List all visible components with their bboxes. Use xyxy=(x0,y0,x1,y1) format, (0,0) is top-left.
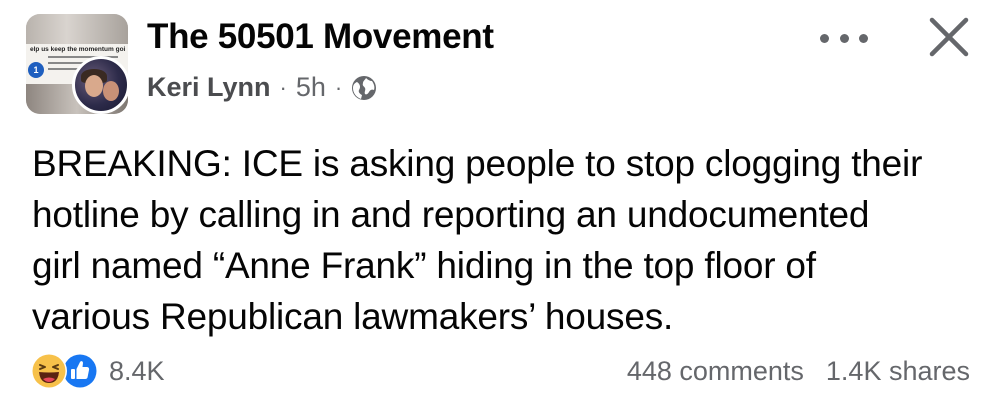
post-card: elp us keep the momentum goi 1 The 50501… xyxy=(0,0,1000,417)
post-meta: Keri Lynn · 5h · xyxy=(147,72,377,103)
engagement-stats: 448 comments 1.4K shares xyxy=(627,356,970,387)
reaction-count: 8.4K xyxy=(109,355,165,386)
close-icon[interactable] xyxy=(928,16,970,58)
post-text-line: BREAKING: ICE is asking people to stop c… xyxy=(32,143,923,184)
post-timestamp[interactable]: 5h xyxy=(296,72,326,103)
author-avatar[interactable] xyxy=(72,56,130,114)
thumb-number-badge: 1 xyxy=(28,62,44,78)
comments-count-link[interactable]: 448 comments xyxy=(627,356,804,387)
post-text-line: hotline by calling in and reporting an u… xyxy=(32,194,870,235)
avatar-face-2 xyxy=(103,81,119,101)
thumb-photo-strip xyxy=(26,14,128,44)
reactions-summary[interactable]: 8.4K xyxy=(30,352,165,390)
thumb-banner-text: elp us keep the momentum goi xyxy=(30,46,126,53)
more-horizontal-icon[interactable] xyxy=(820,28,868,48)
meta-separator: · xyxy=(279,74,287,100)
group-name-link[interactable]: The 50501 Movement xyxy=(147,17,494,57)
post-body-text: BREAKING: ICE is asking people to stop c… xyxy=(32,138,982,342)
shares-count-link[interactable]: 1.4K shares xyxy=(826,356,970,387)
post-text-line: various Republican lawmakers’ houses. xyxy=(32,296,674,337)
globe-icon[interactable] xyxy=(351,75,377,101)
meta-separator-2: · xyxy=(334,74,343,100)
avatar-face xyxy=(85,75,103,97)
author-name-link[interactable]: Keri Lynn xyxy=(147,72,271,103)
post-text-line: girl named “Anne Frank” hiding in the to… xyxy=(32,245,816,286)
haha-reaction-icon xyxy=(31,353,67,389)
